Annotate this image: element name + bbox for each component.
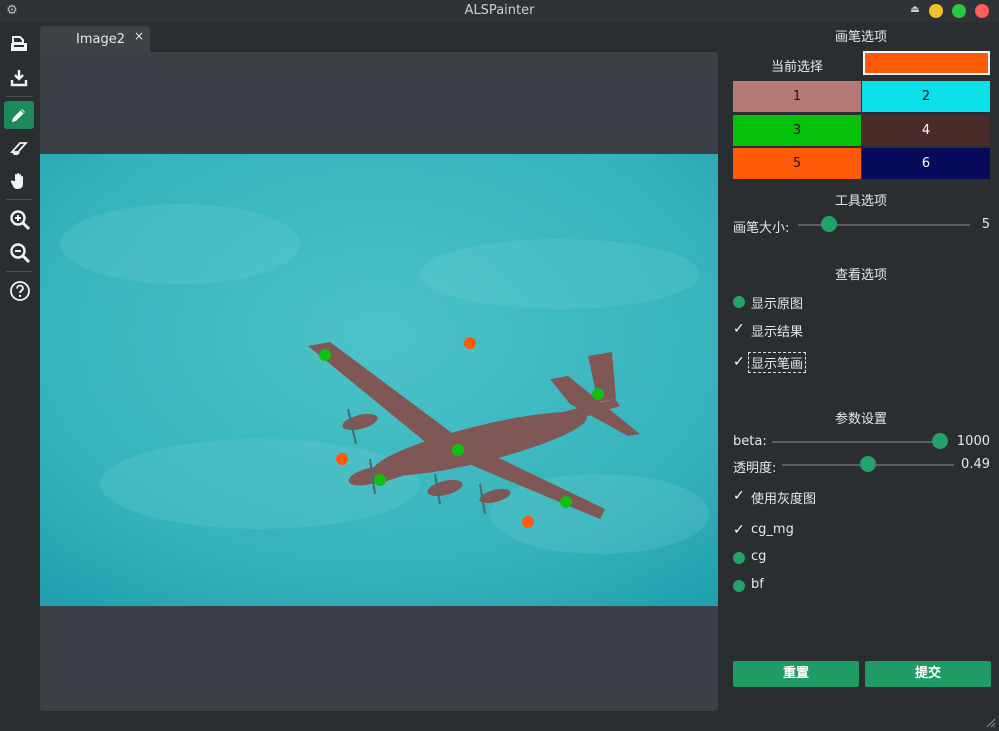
- open-image-button[interactable]: [4, 30, 34, 58]
- eraser-icon: [9, 142, 29, 155]
- opacity-value: 0.49: [961, 457, 990, 472]
- resize-grip-icon[interactable]: [986, 718, 996, 728]
- color-swatch-4[interactable]: 4: [862, 115, 990, 146]
- brush-size-label: 画笔大小:: [733, 221, 790, 236]
- close-tab-icon[interactable]: ×: [134, 29, 144, 43]
- document-tabs: Image2 ×: [40, 26, 718, 52]
- color-swatch-2[interactable]: 2: [862, 81, 990, 112]
- view-section-title: 查看选项: [834, 268, 887, 283]
- zoom-in-button[interactable]: [4, 205, 34, 233]
- open-file-icon: [11, 36, 27, 51]
- submit-button[interactable]: 提交: [865, 661, 991, 687]
- show-result-label: 显示结果: [751, 325, 804, 340]
- checkmark-icon[interactable]: ✓: [733, 523, 746, 537]
- method-cg-label: cg: [751, 549, 767, 564]
- opacity-slider-handle[interactable]: [860, 456, 876, 472]
- checkmark-icon[interactable]: ✓: [733, 322, 746, 336]
- maximize-button[interactable]: [952, 4, 966, 18]
- radio-icon[interactable]: [733, 552, 745, 564]
- color-swatch-5[interactable]: 5: [733, 148, 861, 179]
- beta-track[interactable]: [772, 441, 944, 443]
- green-stroke-dot: [592, 388, 604, 400]
- canvas-area[interactable]: [40, 52, 718, 711]
- options-panel: 画笔选项 当前选择 1 2 3 4 5 6 工具选项 画笔大小: 5 查看选项 …: [728, 22, 994, 722]
- download-icon: [10, 70, 28, 87]
- radio-icon[interactable]: [733, 296, 745, 308]
- brush-size-slider-handle[interactable]: [821, 216, 837, 232]
- show-strokes-label: 显示笔画: [748, 352, 807, 373]
- color-swatch-3[interactable]: 3: [733, 115, 861, 146]
- opacity-label: 透明度:: [733, 461, 777, 476]
- green-stroke-dot: [374, 474, 386, 486]
- show-original-label: 显示原图: [751, 297, 804, 312]
- method-bf-label: bf: [751, 577, 764, 592]
- method-cg-mg-label: cg_mg: [751, 522, 794, 537]
- brush-section-title: 画笔选项: [834, 30, 887, 45]
- green-stroke-dot: [319, 349, 331, 361]
- beta-label: beta:: [733, 434, 767, 449]
- checkmark-icon[interactable]: ✓: [733, 355, 746, 369]
- tab-label: Image2: [76, 32, 125, 47]
- window-title: ALSPainter: [464, 3, 535, 18]
- toolbar-divider: [6, 96, 32, 97]
- color-swatch-6[interactable]: 6: [862, 148, 990, 179]
- toolbar-divider: [6, 271, 32, 272]
- beta-value: 1000: [956, 434, 990, 449]
- orange-stroke-dot: [522, 516, 534, 528]
- orange-stroke-dot: [336, 453, 348, 465]
- zoom-out-icon: [10, 243, 31, 264]
- zoom-in-icon: [10, 210, 31, 231]
- current-selection-label: 当前选择: [770, 60, 823, 75]
- image-canvas[interactable]: [40, 154, 718, 606]
- brush-size-value: 5: [981, 217, 990, 232]
- orange-stroke-dot: [464, 337, 476, 349]
- eject-icon[interactable]: ⏏: [908, 3, 922, 17]
- help-button[interactable]: [4, 276, 34, 304]
- tab-image2[interactable]: Image2 ×: [40, 26, 150, 52]
- radio-icon[interactable]: [733, 580, 745, 592]
- green-stroke-dot: [560, 496, 572, 508]
- reset-button[interactable]: 重置: [733, 661, 859, 687]
- checkmark-icon[interactable]: ✓: [733, 489, 746, 503]
- params-section-title: 参数设置: [834, 412, 887, 427]
- save-image-button[interactable]: [4, 64, 34, 92]
- color-swatch-1[interactable]: 1: [733, 81, 861, 112]
- title-bar: ⚙ ALSPainter ⏏: [0, 0, 999, 22]
- toolbar-divider: [6, 199, 32, 200]
- pencil-icon: [12, 109, 25, 122]
- grayscale-label: 使用灰度图: [751, 492, 817, 507]
- tool-section-title: 工具选项: [834, 194, 887, 209]
- tool-bar: [0, 26, 40, 731]
- eraser-tool-button[interactable]: [4, 134, 34, 162]
- close-window-button[interactable]: [975, 4, 989, 18]
- zoom-out-button[interactable]: [4, 238, 34, 266]
- green-stroke-dot: [452, 444, 464, 456]
- pen-tool-button[interactable]: [4, 101, 34, 129]
- minimize-button[interactable]: [929, 4, 943, 18]
- pan-tool-button[interactable]: [4, 167, 34, 195]
- help-icon: [10, 281, 30, 301]
- current-color-swatch: [863, 51, 990, 75]
- hand-icon: [10, 173, 23, 189]
